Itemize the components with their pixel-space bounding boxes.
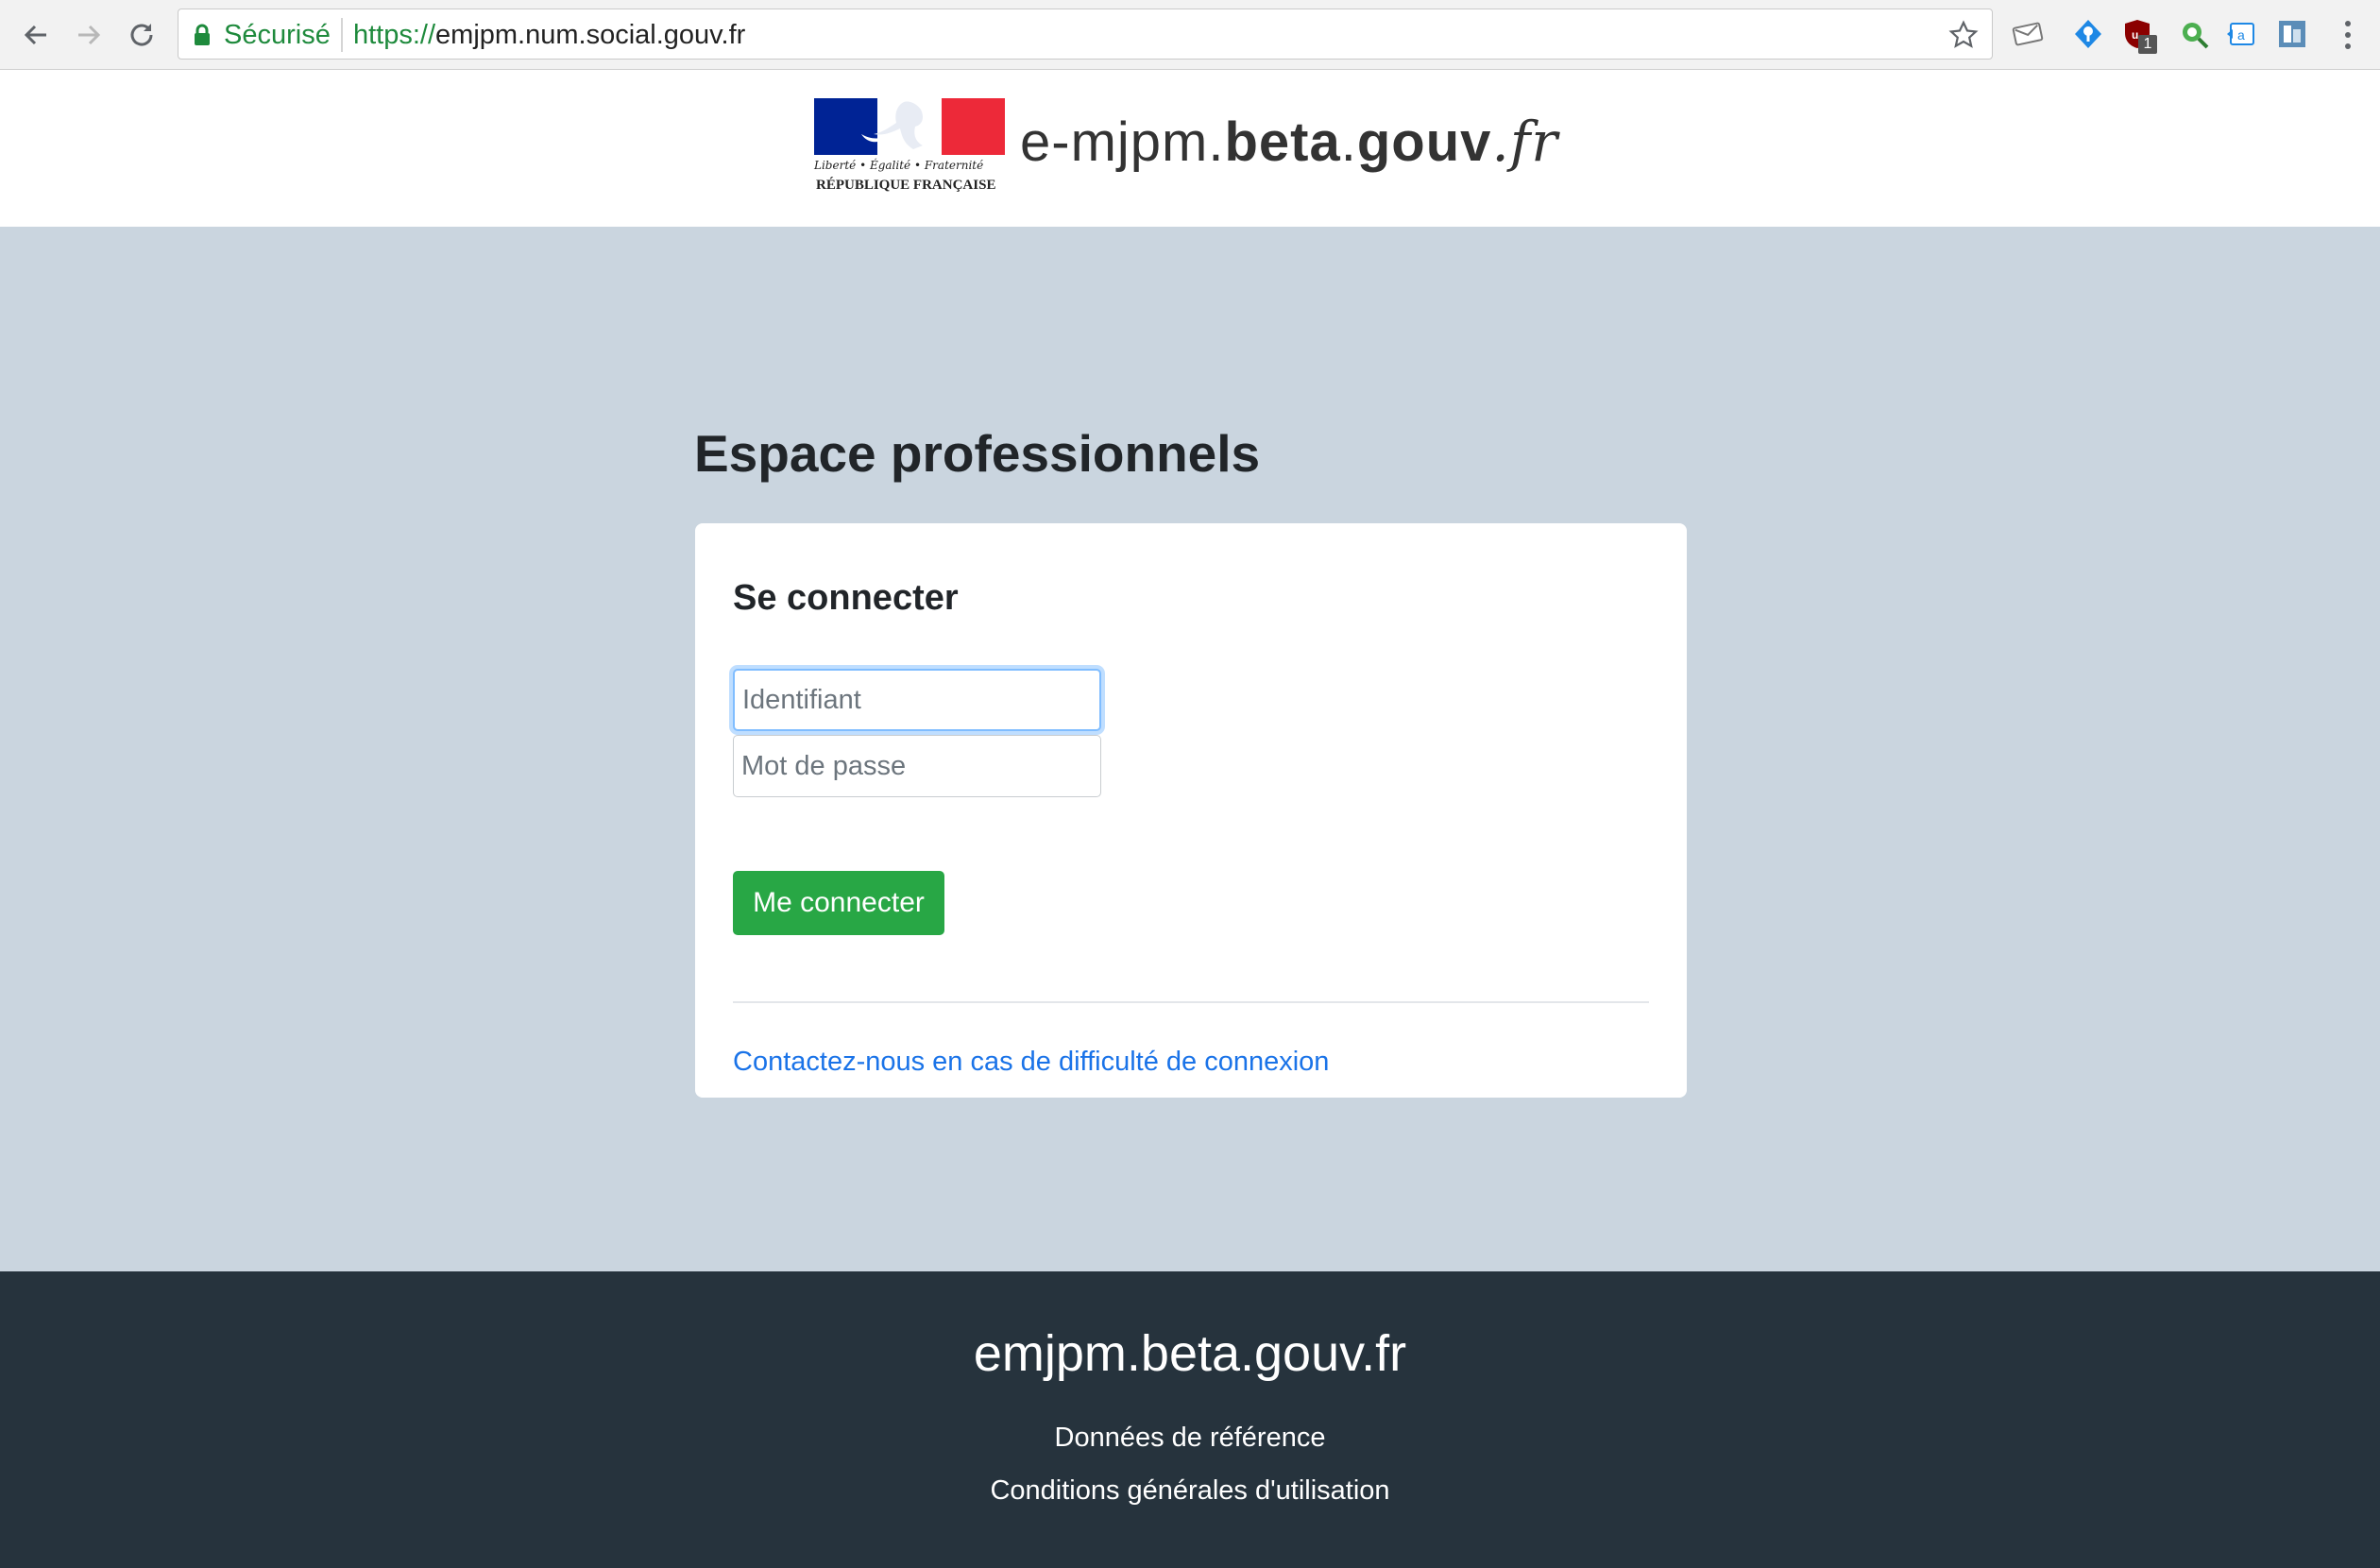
page-title: Espace professionnels: [694, 424, 1261, 483]
location-pin-ext-icon[interactable]: [2072, 18, 2104, 50]
search-ext-icon[interactable]: [2178, 18, 2210, 50]
back-arrow-icon: [24, 25, 46, 45]
forward-arrow-icon: [78, 25, 101, 45]
footer-title[interactable]: emjpm.beta.gouv.fr: [0, 1324, 2380, 1383]
brand-beta: beta: [1224, 111, 1341, 173]
notes-ext-icon[interactable]: [2276, 18, 2308, 50]
forward-button[interactable]: [70, 16, 108, 54]
url-text[interactable]: https://emjpm.num.social.gouv.fr: [353, 20, 745, 51]
ublock-badge: 1: [2138, 35, 2157, 54]
mail-ext-icon[interactable]: [2012, 18, 2044, 50]
bookmark-star-icon[interactable]: [1948, 20, 1979, 50]
address-bar[interactable]: Sécurisé https://emjpm.num.social.gouv.f…: [178, 9, 1993, 60]
site-footer: emjpm.beta.gouv.fr Données de référence …: [0, 1271, 2380, 1568]
brand-fr: fr: [1509, 110, 1559, 174]
back-button[interactable]: [17, 16, 55, 54]
logo-caption: RÉPUBLIQUE FRANÇAISE: [816, 178, 996, 193]
brand-prefix: e-mjpm.: [1020, 111, 1225, 173]
secure-label: Sécurisé: [224, 20, 331, 50]
ublock-extension[interactable]: u 1: [2121, 18, 2157, 54]
svg-text:a: a: [2237, 27, 2245, 43]
login-heading: Se connecter: [733, 578, 959, 618]
browser-menu-icon[interactable]: [2342, 19, 2354, 51]
url-host: emjpm.num.social.gouv.fr: [435, 20, 746, 50]
contact-support-link[interactable]: Contactez-nous en cas de difficulté de c…: [733, 1047, 1329, 1078]
translate-ext-icon[interactable]: a: [2225, 18, 2257, 50]
site-brand[interactable]: e-mjpm.beta.gouv.fr: [1020, 110, 1558, 174]
browser-toolbar: Sécurisé https://emjpm.num.social.gouv.f…: [0, 0, 2380, 70]
main-content: Espace professionnels Se connecter Me co…: [0, 227, 2380, 1271]
terms-of-use-link[interactable]: Conditions générales d'utilisation: [0, 1475, 2380, 1507]
brand-dot2: .: [1491, 110, 1510, 174]
reload-button[interactable]: [123, 16, 161, 54]
card-divider: [733, 1001, 1649, 1003]
logo-motto: Liberté • Égalité • Fraternité: [814, 159, 984, 172]
brand-gouv: gouv: [1356, 111, 1492, 173]
site-header: Liberté • Égalité • Fraternité RÉPUBLIQU…: [0, 70, 2380, 227]
password-input[interactable]: [733, 735, 1101, 797]
reference-data-link[interactable]: Données de référence: [0, 1423, 2380, 1454]
omnibox-separator: [341, 18, 343, 52]
reload-icon: [130, 24, 153, 46]
lock-icon: [195, 24, 210, 45]
republique-francaise-logo[interactable]: Liberté • Égalité • Fraternité RÉPUBLIQU…: [814, 98, 1005, 207]
url-protocol: https://: [353, 20, 436, 50]
login-card: Se connecter Me connecter Contactez-nous…: [695, 523, 1687, 1098]
username-input[interactable]: [733, 669, 1101, 731]
brand-dot: .: [1340, 111, 1357, 173]
login-button[interactable]: Me connecter: [733, 871, 944, 935]
